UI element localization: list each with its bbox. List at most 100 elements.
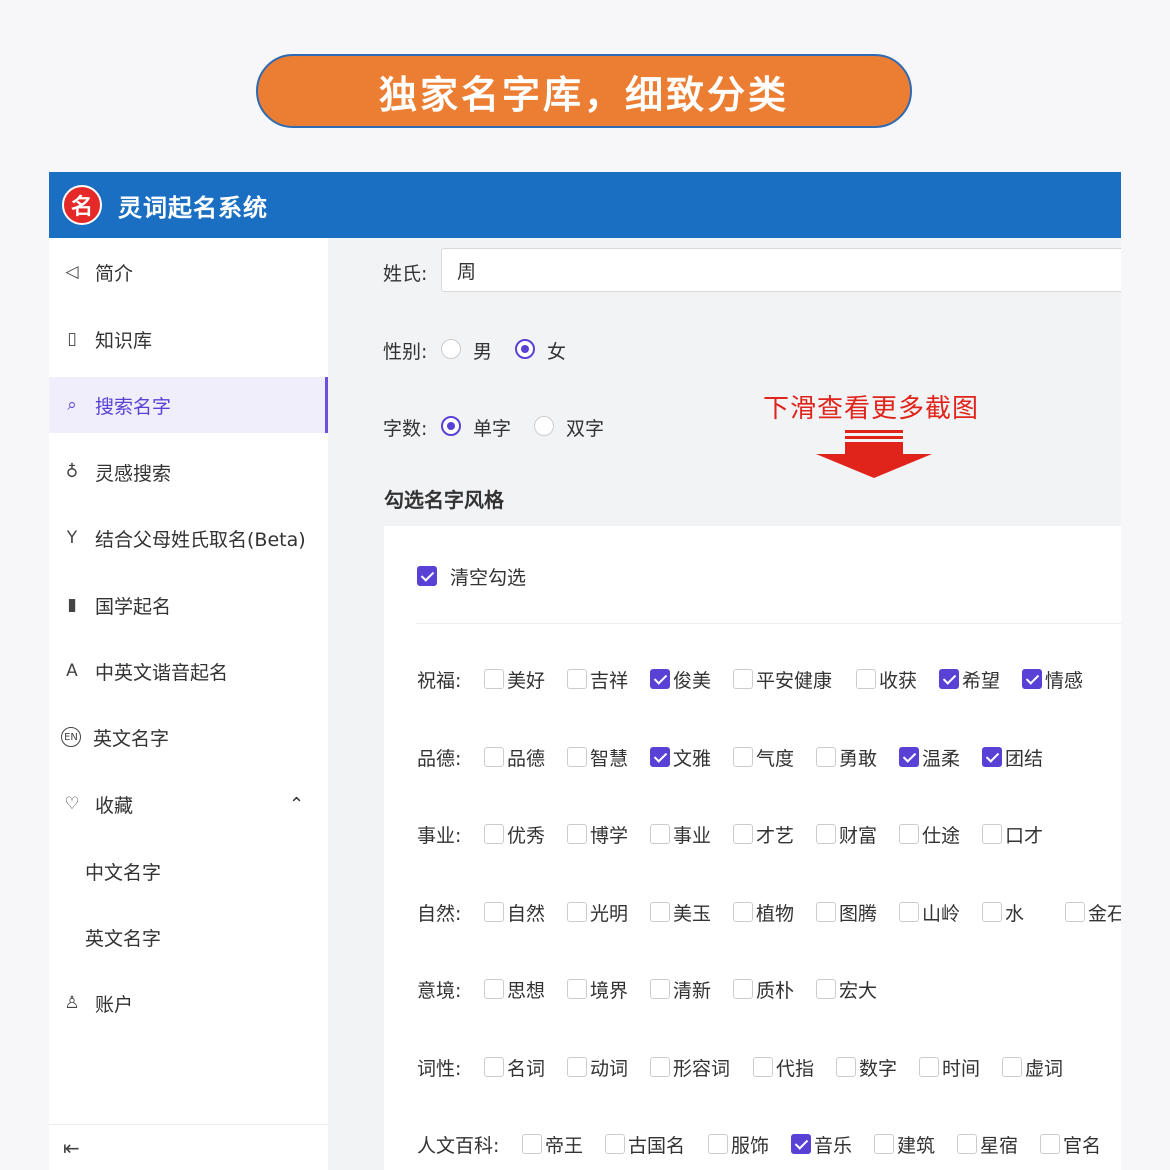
chevron-up-icon[interactable]: ⌃ — [289, 794, 304, 815]
clear-selection-label[interactable]: 清空勾选 — [450, 563, 526, 590]
style-checkbox[interactable] — [836, 1057, 856, 1077]
style-checkbox[interactable] — [650, 1057, 670, 1077]
count-option-double[interactable]: 双字 — [566, 414, 604, 441]
style-checkbox[interactable] — [567, 824, 587, 844]
style-checkbox[interactable] — [939, 669, 959, 689]
style-checkbox[interactable] — [650, 824, 670, 844]
style-checkbox[interactable] — [816, 902, 836, 922]
gender-option-male[interactable]: 男 — [473, 337, 492, 364]
style-checkbox[interactable] — [484, 902, 504, 922]
sidebar-item-scroll[interactable]: ▮ 国学起名 — [49, 577, 328, 633]
style-option-label[interactable]: 水 — [1005, 899, 1024, 926]
style-option-label[interactable]: 形容词 — [673, 1054, 730, 1081]
style-option-label[interactable]: 智慧 — [590, 744, 628, 771]
style-option-label[interactable]: 自然 — [507, 899, 545, 926]
surname-input[interactable]: 周 — [441, 248, 1121, 292]
style-checkbox[interactable] — [816, 979, 836, 999]
style-checkbox[interactable] — [733, 902, 753, 922]
style-option-label[interactable]: 境界 — [590, 976, 628, 1003]
style-checkbox[interactable] — [733, 669, 753, 689]
style-option-label[interactable]: 思想 — [507, 976, 545, 1003]
style-checkbox[interactable] — [1002, 1057, 1022, 1077]
gender-radio-female[interactable] — [515, 339, 535, 359]
style-option-label[interactable]: 俊美 — [673, 666, 711, 693]
style-option-label[interactable]: 建筑 — [897, 1131, 935, 1158]
collapse-sidebar-icon[interactable]: ⇤ — [63, 1136, 80, 1160]
style-option-label[interactable]: 品德 — [507, 744, 545, 771]
style-option-label[interactable]: 温柔 — [922, 744, 960, 771]
sidebar-item-megaphone[interactable]: ◁ 简介 — [49, 244, 328, 300]
style-option-label[interactable]: 金石 — [1088, 899, 1121, 926]
style-checkbox[interactable] — [919, 1057, 939, 1077]
style-option-label[interactable]: 事业 — [673, 821, 711, 848]
style-checkbox[interactable] — [650, 902, 670, 922]
style-checkbox[interactable] — [899, 824, 919, 844]
style-option-label[interactable]: 名词 — [507, 1054, 545, 1081]
sidebar-item-search[interactable]: ⌕ 搜索名字 — [49, 377, 328, 433]
style-option-label[interactable]: 口才 — [1005, 821, 1043, 848]
style-checkbox[interactable] — [1065, 902, 1085, 922]
style-checkbox[interactable] — [957, 1134, 977, 1154]
count-radio-double[interactable] — [534, 416, 554, 436]
style-option-label[interactable]: 希望 — [962, 666, 1000, 693]
style-option-label[interactable]: 美玉 — [673, 899, 711, 926]
style-option-label[interactable]: 团结 — [1005, 744, 1043, 771]
style-checkbox[interactable] — [567, 979, 587, 999]
style-option-label[interactable]: 时间 — [942, 1054, 980, 1081]
style-checkbox[interactable] — [791, 1134, 811, 1154]
style-option-label[interactable]: 数字 — [859, 1054, 897, 1081]
gender-option-female[interactable]: 女 — [547, 337, 566, 364]
style-checkbox[interactable] — [484, 1057, 504, 1077]
style-checkbox[interactable] — [856, 669, 876, 689]
style-checkbox[interactable] — [650, 747, 670, 767]
style-checkbox[interactable] — [484, 979, 504, 999]
style-option-label[interactable]: 文雅 — [673, 744, 711, 771]
style-option-label[interactable]: 官名 — [1063, 1131, 1101, 1158]
style-option-label[interactable]: 吉祥 — [590, 666, 628, 693]
style-option-label[interactable]: 古国名 — [628, 1131, 685, 1158]
style-checkbox[interactable] — [733, 979, 753, 999]
style-checkbox[interactable] — [874, 1134, 894, 1154]
style-option-label[interactable]: 音乐 — [814, 1131, 852, 1158]
style-checkbox[interactable] — [899, 747, 919, 767]
style-checkbox[interactable] — [567, 902, 587, 922]
style-checkbox[interactable] — [982, 902, 1002, 922]
style-option-label[interactable]: 博学 — [590, 821, 628, 848]
sidebar-subitem[interactable]: 中文名字 — [85, 858, 161, 885]
sidebar-item-heart[interactable]: ♡ 收藏 ⌃ — [49, 776, 328, 832]
style-checkbox[interactable] — [1022, 669, 1042, 689]
style-checkbox[interactable] — [650, 669, 670, 689]
style-option-label[interactable]: 代指 — [776, 1054, 814, 1081]
style-checkbox[interactable] — [899, 902, 919, 922]
style-option-label[interactable]: 山岭 — [922, 899, 960, 926]
style-checkbox[interactable] — [982, 747, 1002, 767]
style-option-label[interactable]: 虚词 — [1025, 1054, 1063, 1081]
style-option-label[interactable]: 美好 — [507, 666, 545, 693]
style-option-label[interactable]: 星宿 — [980, 1131, 1018, 1158]
style-checkbox[interactable] — [484, 824, 504, 844]
sidebar-item-fork[interactable]: Y 结合父母姓氏取名(Beta) — [49, 510, 328, 566]
sidebar-item-font[interactable]: A 中英文谐音起名 — [49, 643, 328, 699]
style-option-label[interactable]: 质朴 — [756, 976, 794, 1003]
style-option-label[interactable]: 财富 — [839, 821, 877, 848]
style-option-label[interactable]: 情感 — [1045, 666, 1083, 693]
style-checkbox[interactable] — [816, 824, 836, 844]
style-checkbox[interactable] — [1040, 1134, 1060, 1154]
style-checkbox[interactable] — [605, 1134, 625, 1154]
gender-radio-male[interactable] — [441, 339, 461, 359]
style-option-label[interactable]: 平安健康 — [756, 666, 832, 693]
style-option-label[interactable]: 优秀 — [507, 821, 545, 848]
style-checkbox[interactable] — [567, 1057, 587, 1077]
sidebar-subitem[interactable]: 英文名字 — [85, 924, 161, 951]
sidebar-item-en[interactable]: EN 英文名字 — [49, 709, 328, 765]
style-option-label[interactable]: 帝王 — [545, 1131, 583, 1158]
style-option-label[interactable]: 清新 — [673, 976, 711, 1003]
style-option-label[interactable]: 勇敢 — [839, 744, 877, 771]
style-checkbox[interactable] — [484, 669, 504, 689]
style-checkbox[interactable] — [733, 747, 753, 767]
count-option-single[interactable]: 单字 — [473, 414, 511, 441]
style-checkbox[interactable] — [567, 669, 587, 689]
style-checkbox[interactable] — [753, 1057, 773, 1077]
clear-selection-checkbox[interactable] — [417, 566, 437, 586]
style-checkbox[interactable] — [484, 747, 504, 767]
